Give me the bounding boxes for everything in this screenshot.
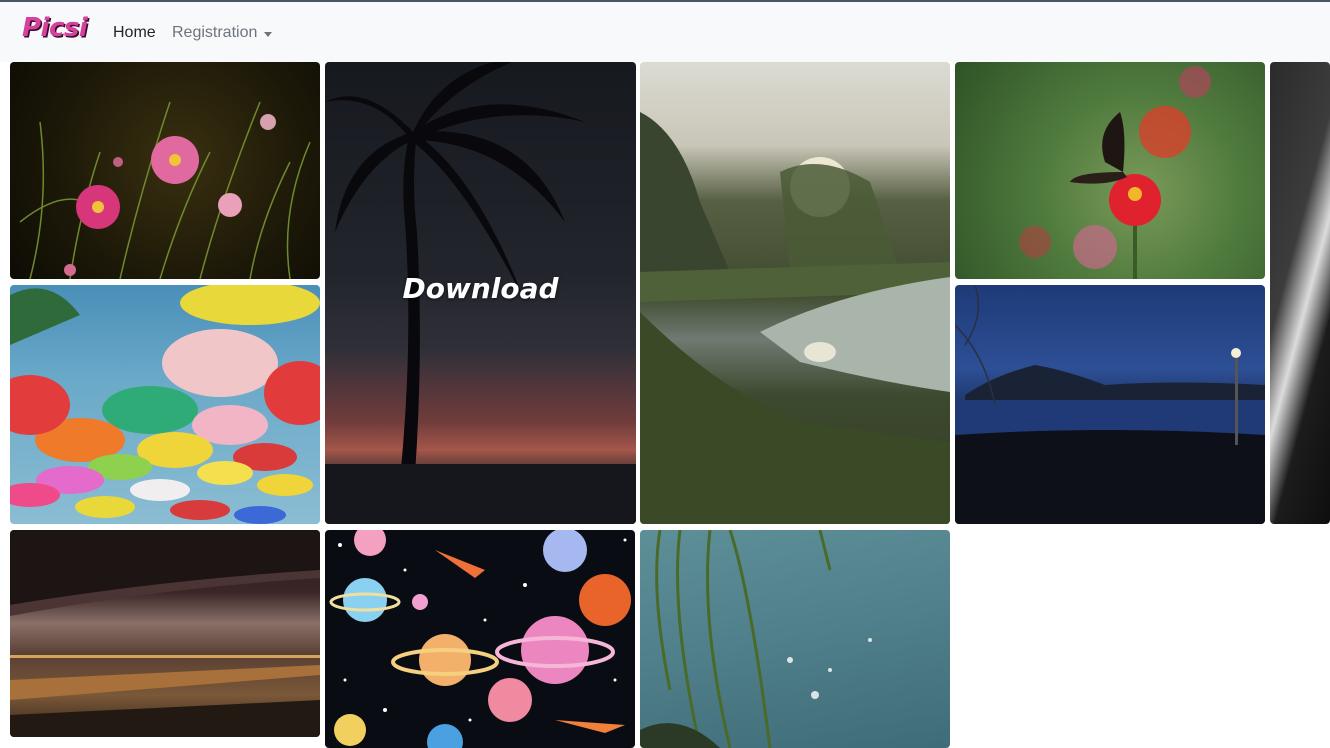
photo-butterfly-zinnia[interactable]	[955, 62, 1265, 279]
space-planets-image	[329, 530, 631, 748]
photo-cosmos-flowers[interactable]	[10, 62, 320, 279]
brand-logo[interactable]: Picsi	[22, 13, 88, 43]
willow-water-image	[640, 530, 872, 748]
photo-umbrellas[interactable]	[10, 285, 320, 524]
photo-dark-abstract[interactable]	[1270, 62, 1330, 524]
nav-home-link[interactable]: Home	[113, 24, 156, 42]
umbrellas-image	[10, 285, 320, 524]
photo-night-coastline[interactable]	[955, 285, 1265, 524]
download-label[interactable]: Download	[325, 272, 636, 305]
sunlit-pond-image	[640, 112, 950, 524]
photo-sunlit-pond[interactable]	[640, 62, 950, 524]
nav-registration-dropdown[interactable]: Registration	[172, 24, 257, 42]
dropdown-caret-icon[interactable]	[264, 32, 272, 37]
photo-space-planets[interactable]	[325, 530, 635, 748]
cosmos-flowers-image	[19, 101, 311, 279]
bridge-image	[10, 530, 320, 737]
photo-willow-water[interactable]	[640, 530, 950, 748]
butterfly-image	[1019, 66, 1211, 279]
night-coastline-image	[955, 285, 1265, 524]
photo-palm-sunset[interactable]: Download	[325, 62, 636, 524]
photo-bridge-dusk[interactable]	[10, 530, 320, 737]
navbar: Picsi Home Registration	[0, 0, 1330, 62]
